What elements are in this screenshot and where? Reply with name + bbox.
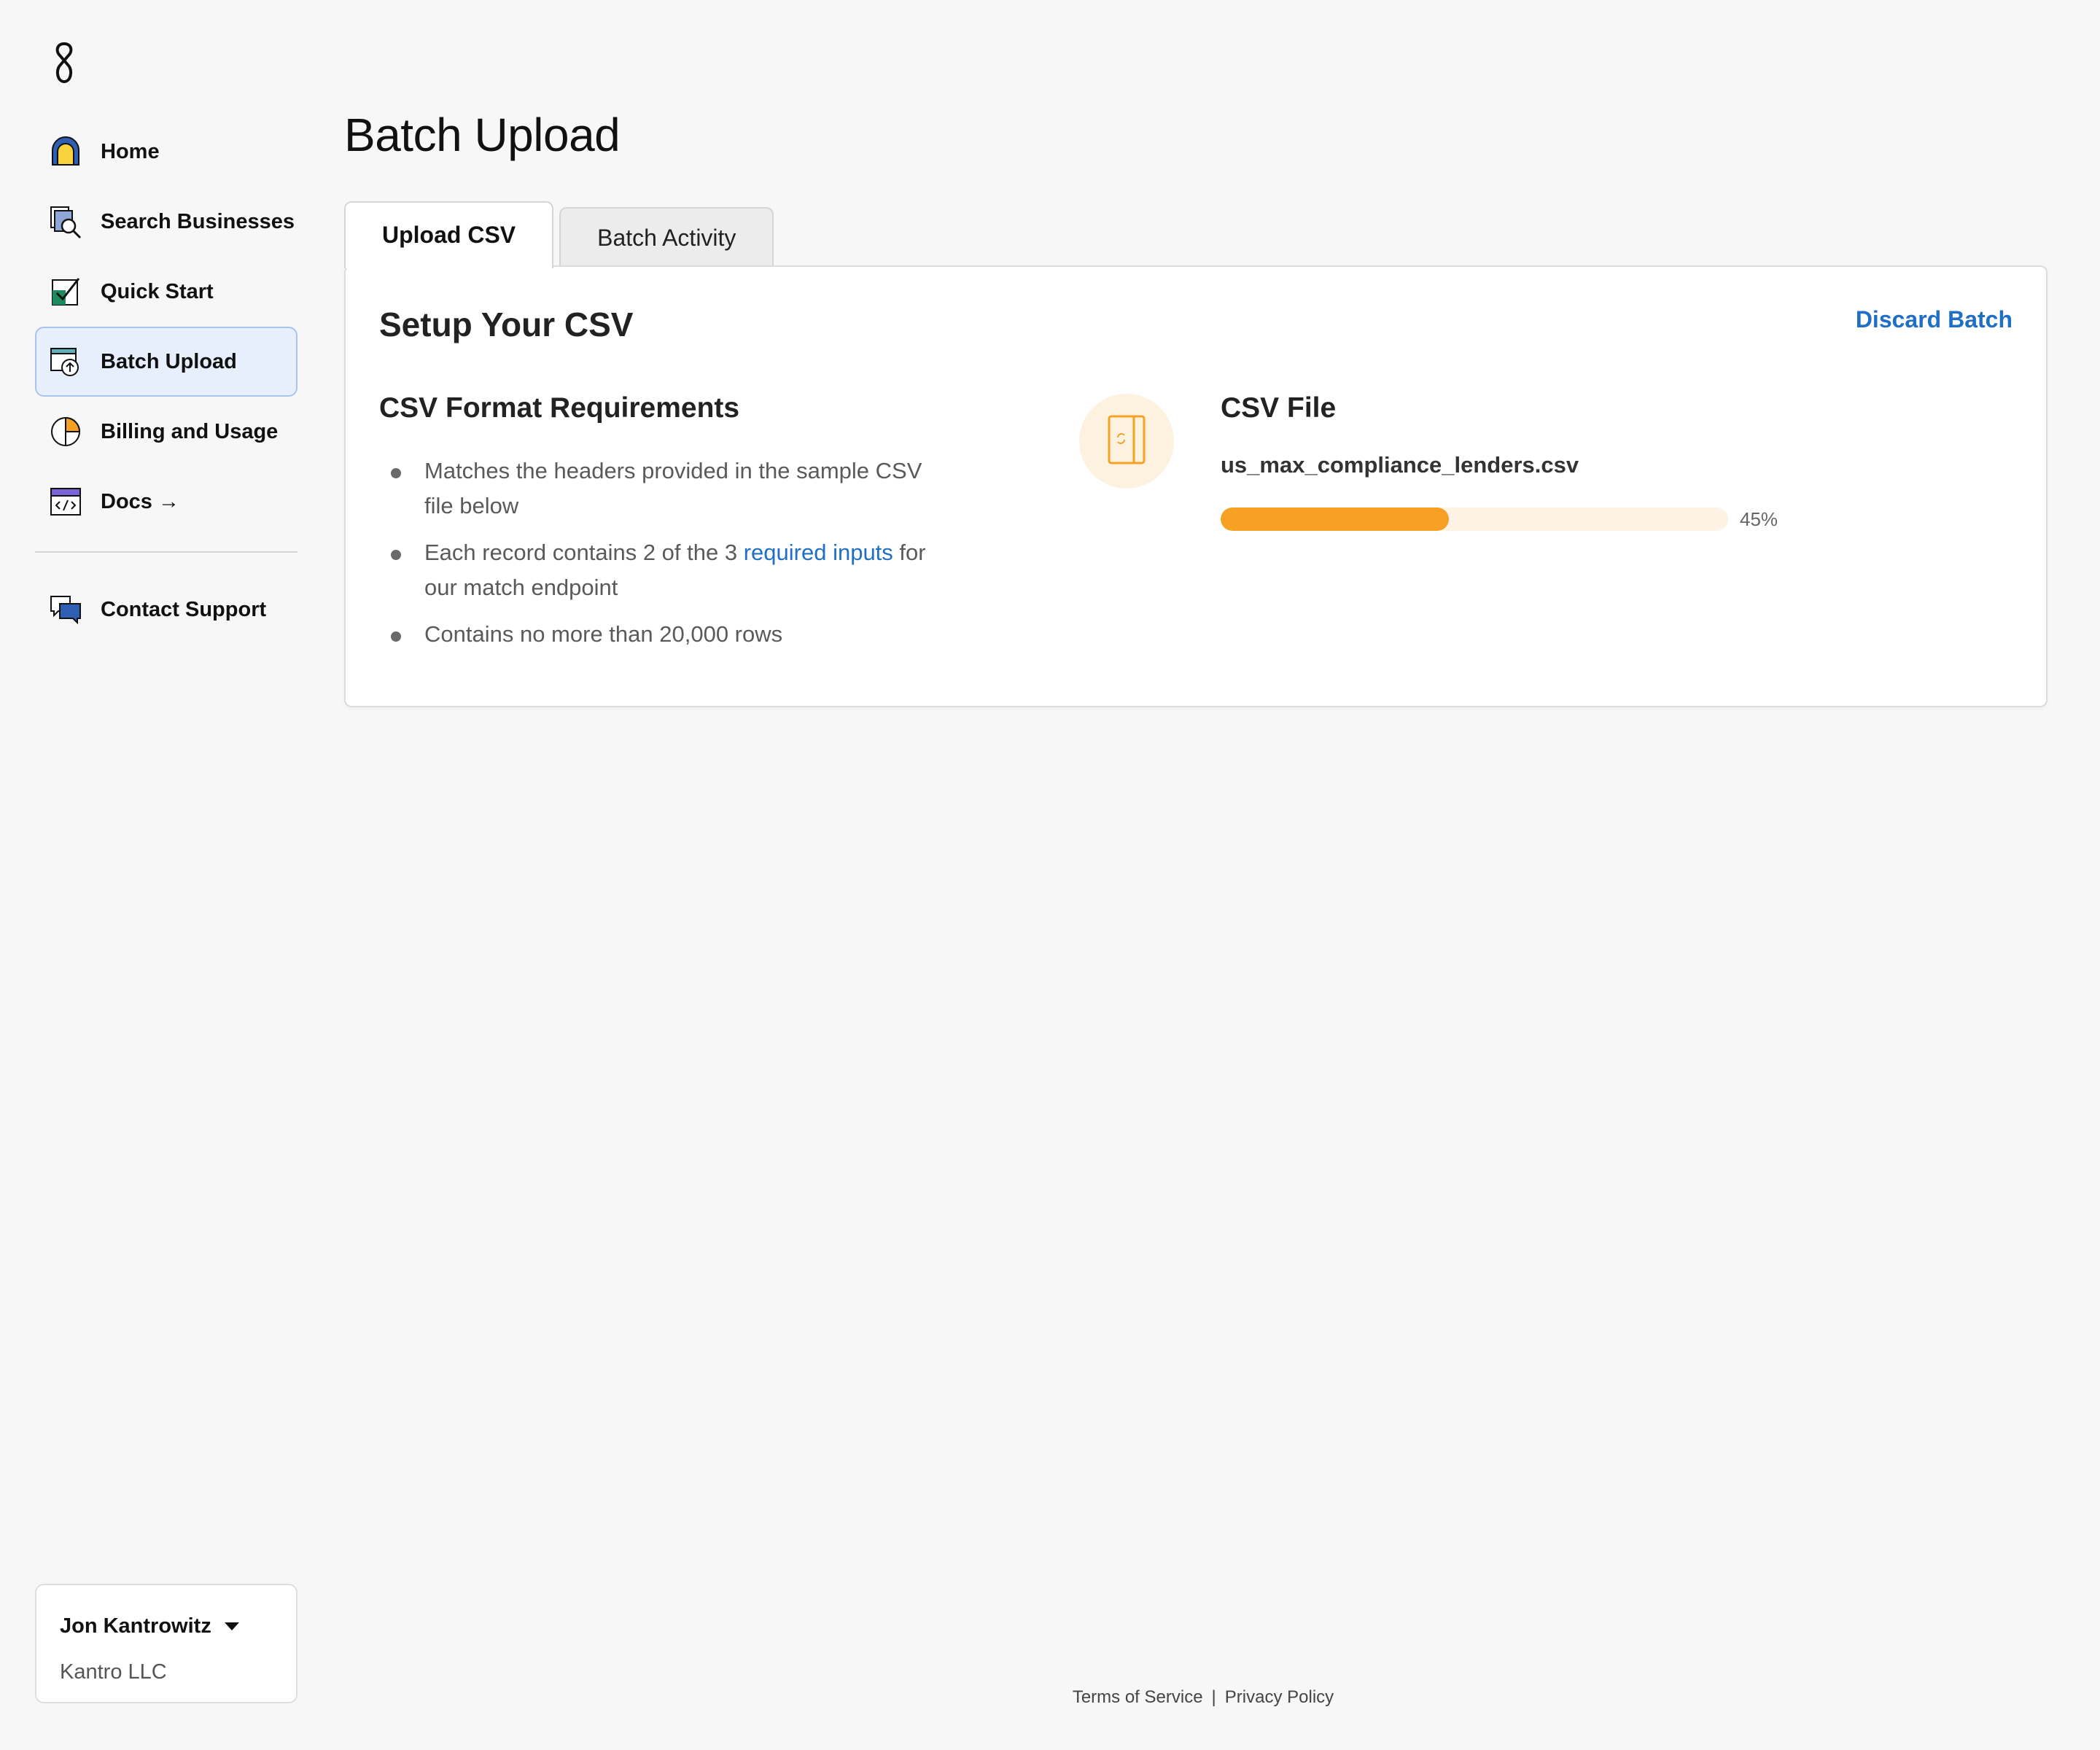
page-title: Batch Upload (344, 109, 621, 161)
sidebar-item-label: Contact Support (101, 597, 267, 621)
required-inputs-link[interactable]: required inputs (744, 540, 893, 565)
file-icon-circle (1079, 394, 1174, 489)
sidebar-item-billing-and-usage[interactable]: Billing and Usage (35, 397, 298, 467)
search-documents-icon (48, 204, 83, 239)
sidebar-item-docs[interactable]: Docs → (35, 467, 298, 537)
upload-progress-label: 45% (1740, 508, 1778, 530)
checkmark-box-icon (48, 274, 83, 309)
account-org: Kantro LLC (60, 1660, 167, 1684)
upload-progress-bar (1221, 508, 1728, 531)
sidebar-item-search-businesses[interactable]: Search Businesses (35, 187, 298, 257)
requirements-title: CSV Format Requirements (379, 392, 740, 424)
tab-upload-csv[interactable]: Upload CSV (344, 201, 554, 268)
sidebar-item-contact-support[interactable]: Contact Support (35, 575, 298, 645)
list-item: Each record contains 2 of the 3 required… (379, 535, 948, 605)
code-window-icon (48, 484, 83, 519)
sidebar-item-home[interactable]: Home (35, 117, 298, 187)
csv-file-title: CSV File (1221, 392, 1337, 424)
pie-chart-icon (48, 414, 83, 449)
sidebar-item-label: Billing and Usage (101, 419, 279, 443)
sidebar-item-label: Docs → (101, 489, 179, 513)
list-item: Matches the headers provided in the samp… (379, 454, 948, 524)
sidebar-nav: Home Search Businesses Quick Start Batch… (35, 117, 298, 645)
csv-file-name: us_max_compliance_lenders.csv (1221, 452, 1579, 478)
sidebar-divider (35, 551, 298, 553)
tab-bar: Upload CSV Batch Activity (344, 200, 779, 268)
home-arch-icon (48, 134, 83, 169)
card-title: Setup Your CSV (379, 306, 634, 343)
caret-down-icon[interactable] (224, 1622, 239, 1630)
setup-csv-card: Setup Your CSV Discard Batch CSV Format … (344, 265, 2048, 707)
sidebar-item-label: Home (101, 139, 160, 163)
terms-of-service-link[interactable]: Terms of Service (1073, 1687, 1203, 1708)
account-menu[interactable]: Jon Kantrowitz Kantro LLC (35, 1584, 298, 1703)
sidebar-item-label: Search Businesses (101, 209, 295, 233)
chat-bubbles-icon (48, 592, 83, 627)
requirements-list: Matches the headers provided in the samp… (379, 454, 948, 664)
sidebar-item-batch-upload[interactable]: Batch Upload (35, 327, 298, 397)
file-loading-icon (1103, 413, 1150, 470)
upload-progress-fill (1221, 508, 1450, 531)
sidebar-item-quick-start[interactable]: Quick Start (35, 257, 298, 327)
list-item: Contains no more than 20,000 rows (379, 617, 948, 652)
privacy-policy-link[interactable]: Privacy Policy (1225, 1687, 1334, 1708)
brand-logo-icon[interactable] (51, 41, 77, 85)
tab-batch-activity[interactable]: Batch Activity (559, 207, 774, 267)
account-name: Jon Kantrowitz (60, 1614, 211, 1638)
footer: Terms of Service | Privacy Policy (0, 1687, 2100, 1708)
upload-icon (48, 344, 83, 379)
sidebar-item-label: Quick Start (101, 279, 214, 303)
list-item-text: Each record contains 2 of the 3 (424, 540, 744, 565)
account-name-row[interactable]: Jon Kantrowitz (60, 1614, 273, 1638)
sidebar-item-label: Batch Upload (101, 349, 237, 373)
discard-batch-link[interactable]: Discard Batch (1856, 306, 2012, 333)
app-root: Home Search Businesses Quick Start Batch… (0, 0, 2100, 1750)
footer-separator: | (1211, 1687, 1216, 1707)
